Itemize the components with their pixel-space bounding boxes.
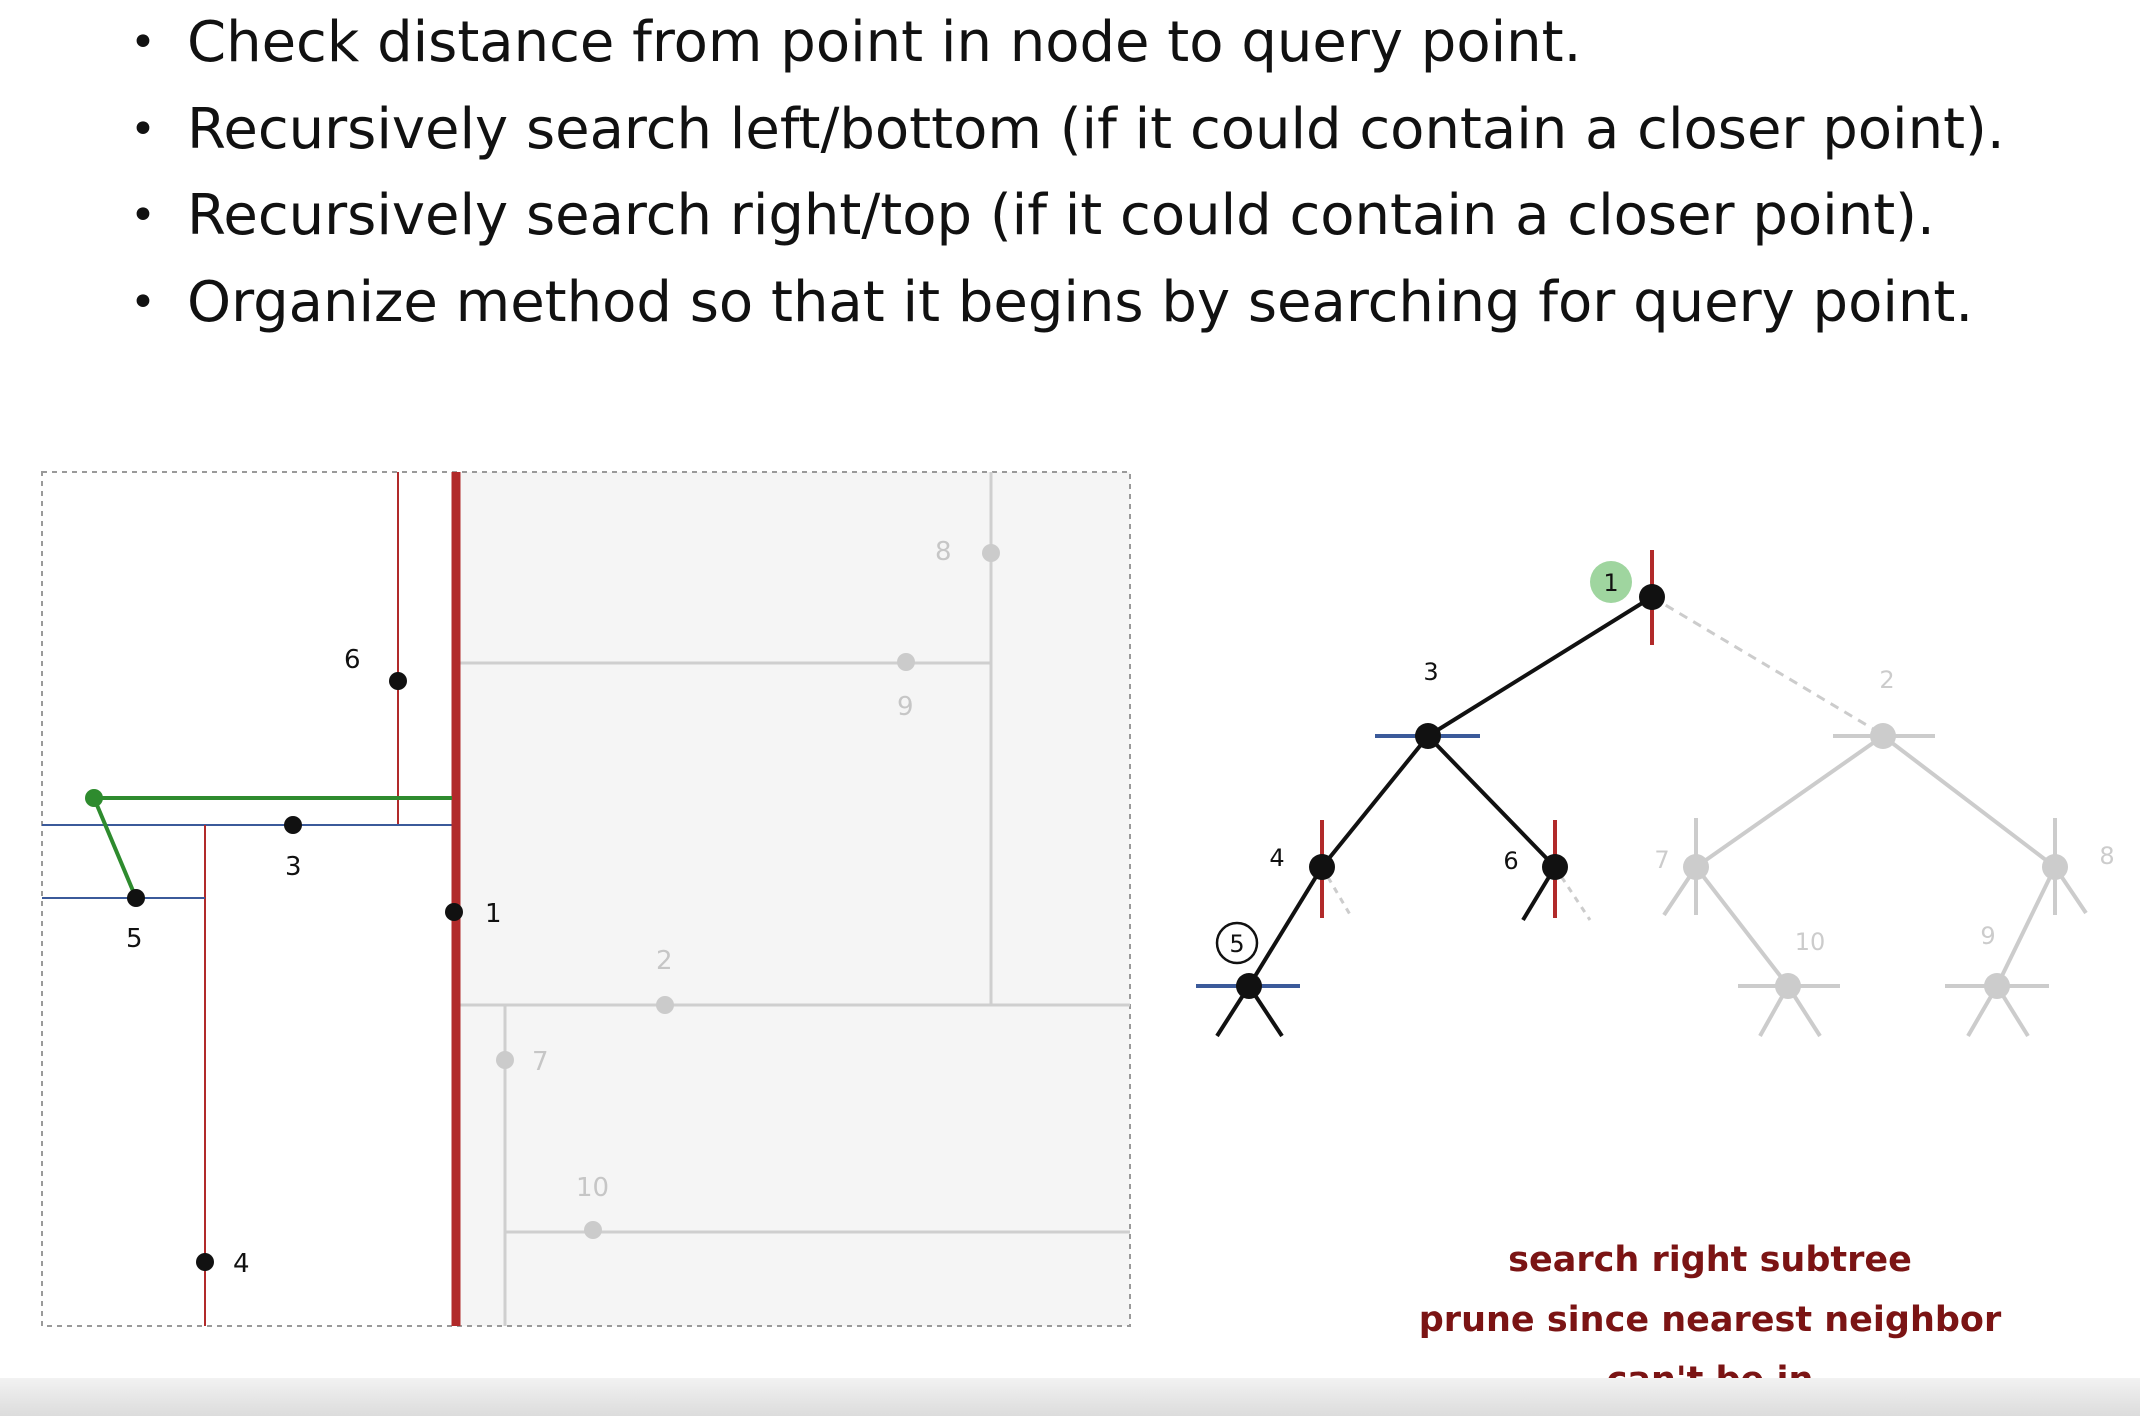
tree-label-8: 8 (2099, 842, 2114, 870)
point-label-3: 3 (285, 852, 302, 882)
tree-node-6 (1542, 854, 1568, 880)
tree-label-7: 7 (1654, 846, 1669, 874)
point-2 (656, 996, 674, 1014)
caption-line: prune since nearest neighbor (1418, 1300, 2002, 1340)
tree-label-6: 6 (1503, 847, 1518, 875)
tree-edge (1426, 595, 1654, 738)
point-label-4: 4 (233, 1249, 250, 1279)
point-label-8: 8 (935, 537, 952, 567)
point-label-7: 7 (532, 1047, 549, 1077)
point-4 (196, 1253, 214, 1271)
tree-node-4 (1309, 854, 1335, 880)
tree-edge (1995, 866, 2057, 987)
tree-node-3 (1415, 723, 1441, 749)
caption-line: search right subtree (1508, 1240, 1912, 1280)
pruned-region (454, 472, 1130, 1326)
tree-edge (1247, 865, 1324, 988)
tree-label-3: 3 (1423, 658, 1438, 686)
point-label-1: 1 (485, 899, 502, 929)
point-8 (982, 544, 1000, 562)
tree-edge (1881, 734, 2057, 869)
point-label-6: 6 (344, 645, 361, 675)
point-label-5: 5 (126, 924, 143, 954)
tree-node-2 (1870, 723, 1896, 749)
plane-diagram: 1 2 3 4 5 6 7 8 9 10 (41, 471, 1131, 1327)
tree-edge-pruned (1651, 595, 1886, 738)
query-point (85, 789, 103, 807)
tree-edge (1694, 865, 1790, 988)
tree-diagram: 1 3 2 4 6 5 7 8 10 9 (1196, 550, 2115, 1038)
tree-edge (1694, 734, 1885, 869)
point-1 (445, 903, 463, 921)
point-label-2: 2 (656, 946, 673, 976)
tree-node-8 (2042, 854, 2068, 880)
tree-edge (1426, 734, 1557, 869)
tree-label-10: 10 (1795, 928, 1826, 956)
tree-label-9: 9 (1980, 922, 1995, 950)
tree-node-5 (1236, 973, 1262, 999)
tree-edge (1320, 734, 1430, 869)
point-label-9: 9 (897, 692, 914, 722)
tree-label-5: 5 (1229, 930, 1244, 958)
bottom-bar (0, 1378, 2140, 1416)
tree-node-7 (1683, 854, 1709, 880)
tree-node-1 (1639, 584, 1665, 610)
tree-label-2: 2 (1879, 666, 1894, 694)
point-7 (496, 1051, 514, 1069)
point-3 (284, 816, 302, 834)
tree-label-1: 1 (1603, 569, 1618, 597)
point-5 (127, 889, 145, 907)
point-label-10: 10 (576, 1173, 609, 1203)
kd-tree-figure: 1 2 3 4 5 6 7 8 9 10 1 3 2 4 6 5 7 8 10 … (41, 471, 2115, 1327)
tree-node-10 (1775, 973, 1801, 999)
tree-node-9 (1984, 973, 2010, 999)
tree-label-4: 4 (1269, 844, 1284, 872)
point-9 (897, 653, 915, 671)
point-10 (584, 1221, 602, 1239)
point-6 (389, 672, 407, 690)
